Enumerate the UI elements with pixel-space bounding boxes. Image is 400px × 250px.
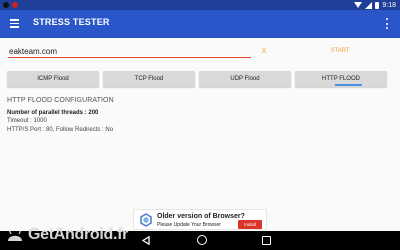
tab-tcp-flood[interactable]: TCP Flood [103, 71, 195, 87]
ad-banner[interactable]: Older version of Browser? Please Update … [133, 209, 267, 230]
record-icon [12, 2, 18, 8]
overflow-menu-icon[interactable] [386, 18, 389, 29]
selected-tab-indicator [335, 84, 362, 86]
app-bar: STRESS TESTER [0, 10, 400, 38]
watermark-text: GetAndroid.fr [28, 226, 129, 243]
install-button[interactable]: Install [238, 220, 262, 229]
browser-icon [140, 213, 152, 227]
watermark: GetAndroid.fr [6, 226, 128, 244]
app-title: STRESS TESTER [33, 17, 110, 27]
target-url-input[interactable] [8, 45, 251, 58]
back-icon[interactable] [142, 236, 150, 245]
config-title: HTTP FLOOD CONFIGURATION [7, 97, 114, 104]
status-bar-right: 9:18 [354, 0, 396, 10]
menu-icon[interactable] [10, 19, 19, 28]
threads-line: Number of parallel threads : 200 [7, 110, 99, 116]
android-icon [8, 229, 22, 241]
timeout-line: Timeout : 1000 [7, 118, 47, 124]
clear-button[interactable]: X [258, 46, 270, 56]
notification-icon [3, 2, 9, 8]
recents-icon[interactable] [262, 236, 271, 245]
status-time: 9:18 [382, 1, 396, 9]
port-redirect-line: HTTP/S Port : 80, Follow Redirects : No [7, 127, 114, 133]
tab-icmp-flood[interactable]: ICMP Flood [7, 71, 99, 87]
home-icon[interactable] [197, 235, 207, 245]
start-button[interactable]: START [325, 46, 355, 56]
battery-icon [375, 1, 380, 9]
tab-udp-flood[interactable]: UDP Flood [199, 71, 291, 87]
wifi-icon [354, 2, 363, 8]
signal-icon [365, 1, 373, 9]
ad-subtitle: Please Update Your Browser [157, 222, 221, 228]
status-bar: 9:18 [0, 0, 400, 10]
ad-title: Older version of Browser? [157, 213, 245, 220]
